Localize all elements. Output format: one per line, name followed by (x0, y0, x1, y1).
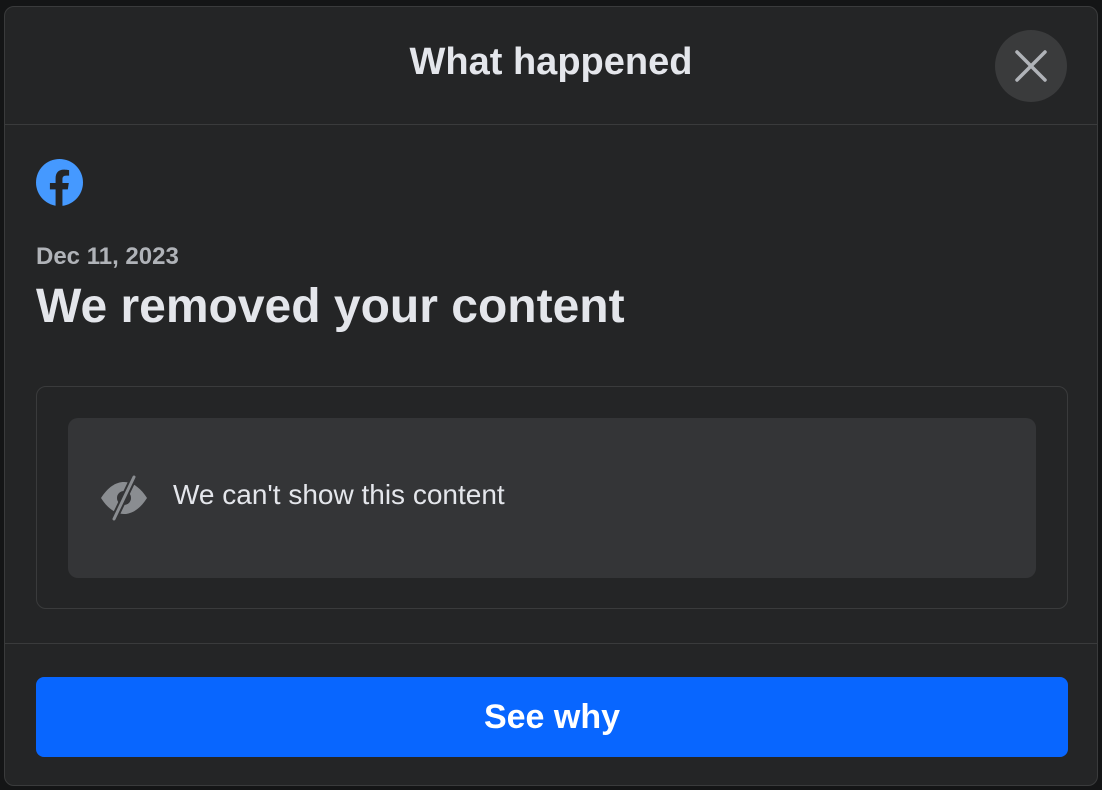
hidden-content-box: We can't show this content (68, 418, 1036, 578)
close-icon (1015, 50, 1047, 82)
eye-slash-icon (101, 474, 147, 522)
dialog-footer: See why (5, 643, 1097, 785)
event-date: Dec 11, 2023 (36, 243, 179, 270)
removal-headline: We removed your content (36, 280, 625, 333)
facebook-icon (36, 159, 83, 206)
see-why-button[interactable]: See why (36, 677, 1068, 757)
removed-content-preview: We can't show this content (36, 386, 1068, 609)
dialog-header: What happened (5, 7, 1097, 125)
hidden-content-text: We can't show this content (173, 479, 505, 510)
dialog-title: What happened (409, 41, 693, 83)
close-button[interactable] (995, 30, 1067, 102)
what-happened-dialog: What happened Dec 11, 2023 We removed yo… (4, 6, 1098, 786)
